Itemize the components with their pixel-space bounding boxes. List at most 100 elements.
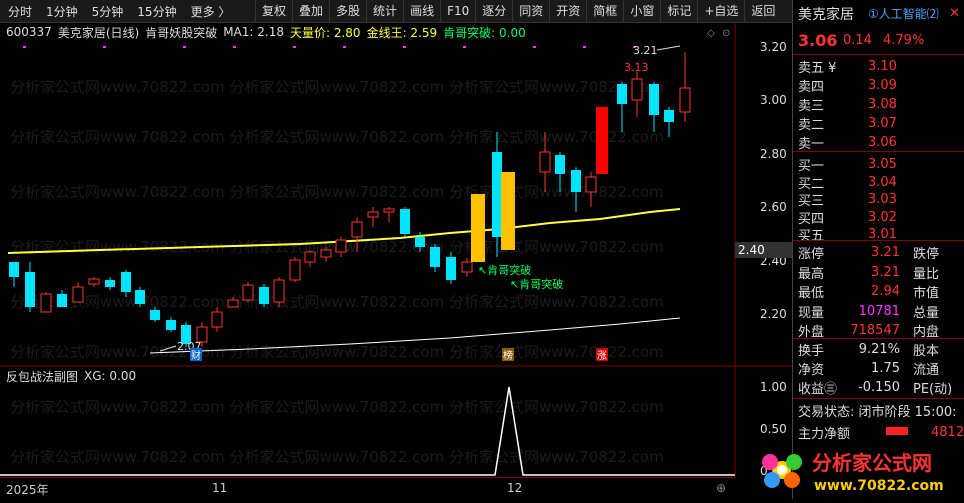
simple-frame-button[interactable]: 简框 bbox=[586, 0, 623, 22]
tongzi-button[interactable]: 同资 bbox=[512, 0, 549, 22]
sub-tick: 1.00 bbox=[760, 380, 787, 394]
multi-stock-button[interactable]: 多股 bbox=[329, 0, 366, 22]
candle-body bbox=[664, 110, 674, 122]
stat-label-2: 市值 bbox=[913, 286, 940, 301]
back-button[interactable]: 返回 bbox=[744, 0, 781, 22]
time-tick: 11 bbox=[212, 481, 228, 495]
bid-price: 3.04 bbox=[868, 174, 897, 190]
bang-text: 榜 bbox=[503, 349, 513, 362]
candle-body bbox=[631, 78, 643, 101]
price-pct: 4.79% bbox=[883, 33, 925, 48]
stat-label-2: 总量 bbox=[913, 305, 940, 321]
bid-row[interactable]: 买四 3.02 bbox=[793, 208, 964, 227]
bid-row[interactable]: 买三 3.03 bbox=[793, 190, 964, 209]
sub-tick: 0.50 bbox=[760, 422, 787, 436]
candle-body bbox=[150, 310, 160, 320]
candlestick-chart[interactable]: 分析家公式网www.70822.com 分析家公式网www.70822.com … bbox=[0, 22, 792, 367]
ask-row[interactable]: 卖三 3.08 bbox=[793, 95, 964, 114]
signal-dot bbox=[583, 46, 586, 48]
candle-body bbox=[57, 294, 67, 307]
stat-value: 718547 bbox=[850, 323, 900, 338]
concept-tag[interactable]: ①人工智能⑵ bbox=[868, 5, 939, 22]
signal-dot bbox=[533, 46, 536, 48]
add-watchlist-button[interactable]: +自选 bbox=[697, 0, 744, 22]
bid-price: 3.03 bbox=[868, 192, 897, 207]
scroll-icon[interactable]: ⊕ bbox=[716, 481, 726, 495]
draw-button[interactable]: 画线 bbox=[403, 0, 440, 22]
current-price: 3.06 bbox=[798, 31, 838, 50]
bid-row[interactable]: 买五 3.01 bbox=[793, 225, 964, 244]
bid-row[interactable]: 买二 3.04 bbox=[793, 173, 964, 192]
ask-row[interactable]: 卖四 3.09 bbox=[793, 76, 964, 95]
bid-row[interactable]: 买一 3.05 bbox=[793, 155, 964, 174]
logo-text: 分析家公式网 bbox=[812, 451, 932, 475]
ask-row[interactable]: 卖五 ¥ 3.10 bbox=[793, 57, 964, 76]
ask-label: 卖五 ¥ bbox=[798, 61, 837, 76]
divider bbox=[793, 240, 964, 241]
period-more[interactable]: 更多 〉 bbox=[191, 3, 231, 20]
sub-watermark: 分析家公式网www.70822.com 分析家公式网www.70822.com … bbox=[10, 398, 664, 466]
ask-label: 卖一 bbox=[798, 137, 825, 152]
settings-icon[interactable]: ⊙ bbox=[722, 28, 730, 39]
stat2-row: 换手 9.21% 股本 bbox=[793, 340, 964, 359]
quote-price-row: 3.06 0.14 4.79% bbox=[793, 31, 964, 50]
kaizi-button[interactable]: 开资 bbox=[549, 0, 586, 22]
breakout-bar bbox=[471, 194, 485, 262]
candle-body bbox=[617, 84, 627, 104]
price-tick: 2.80 bbox=[760, 147, 787, 161]
fuquan-button[interactable]: 复权 bbox=[255, 0, 292, 22]
stat-row: 最低 2.94 市值 bbox=[793, 282, 964, 301]
candle-body bbox=[335, 239, 347, 253]
ask-row[interactable]: 卖一 3.06 bbox=[793, 133, 964, 152]
quote-title-row: 美克家居 ①人工智能⑵ ✕ bbox=[793, 4, 964, 23]
bid-label: 买一 bbox=[798, 159, 825, 174]
time-tick: 12 bbox=[507, 481, 523, 495]
candle-body bbox=[679, 87, 691, 113]
stat-label-2: 跌停 bbox=[913, 247, 940, 262]
breakout-bar bbox=[501, 172, 515, 250]
minute-button[interactable]: 逐分 bbox=[475, 0, 512, 22]
stat-value: 3.21 bbox=[871, 264, 900, 280]
diamond-icon[interactable]: ◇ bbox=[707, 28, 715, 39]
signal-dots bbox=[23, 46, 636, 48]
candle-body bbox=[539, 151, 551, 173]
period-15min[interactable]: 15分钟 bbox=[137, 3, 176, 20]
stat2-label: 换手 bbox=[798, 344, 825, 359]
candle-body bbox=[492, 152, 502, 237]
candle-body bbox=[121, 272, 131, 292]
period-fenshi[interactable]: 分时 bbox=[8, 3, 32, 20]
divider bbox=[793, 54, 964, 55]
high2-label: 3.13 bbox=[624, 61, 649, 74]
small-window-button[interactable]: 小窗 bbox=[623, 0, 660, 22]
watermark-text: 分析家公式网www.70822.com 分析家公式网www.70822.com … bbox=[10, 293, 664, 311]
bid-price: 3.05 bbox=[868, 157, 897, 172]
mark-button[interactable]: 标记 bbox=[660, 0, 697, 22]
divider bbox=[793, 398, 964, 399]
signal-dot bbox=[463, 46, 466, 48]
period-1min[interactable]: 1分钟 bbox=[46, 3, 78, 20]
ask-row[interactable]: 卖二 3.07 bbox=[793, 114, 964, 133]
ask-label: 卖三 bbox=[798, 99, 825, 114]
trade-status-row: 交易状态: 闭市阶段 15:00: bbox=[793, 401, 964, 420]
overlay-button[interactable]: 叠加 bbox=[292, 0, 329, 22]
f10-button[interactable]: F10 bbox=[440, 0, 475, 22]
main-flow-bar bbox=[886, 427, 908, 435]
sub-chart[interactable]: 分析家公式网www.70822.com 分析家公式网www.70822.com … bbox=[0, 367, 792, 477]
stat-value: 10781 bbox=[858, 303, 900, 319]
stat-label: 最高 bbox=[798, 266, 825, 282]
stat2-label-2: PE(动) bbox=[913, 382, 953, 397]
watermark-text: 分析家公式网www.70822.com 分析家公式网www.70822.com … bbox=[10, 183, 664, 201]
ask-price: 3.09 bbox=[868, 78, 897, 93]
candle-body bbox=[25, 272, 35, 307]
high-pointer bbox=[656, 45, 681, 51]
close-icon[interactable]: ✕ bbox=[949, 6, 960, 21]
period-5min[interactable]: 5分钟 bbox=[92, 3, 124, 20]
bid-label: 买五 bbox=[798, 229, 825, 244]
stats-button[interactable]: 统计 bbox=[366, 0, 403, 22]
watermark-text: 分析家公式网www.70822.com 分析家公式网www.70822.com … bbox=[10, 448, 664, 466]
candle-body bbox=[88, 278, 100, 285]
candle-body bbox=[40, 293, 52, 313]
signal-dot bbox=[23, 46, 26, 48]
price-tick: 3.00 bbox=[760, 93, 787, 107]
breakout-label-1: ↖肯哥突破 bbox=[478, 263, 531, 277]
